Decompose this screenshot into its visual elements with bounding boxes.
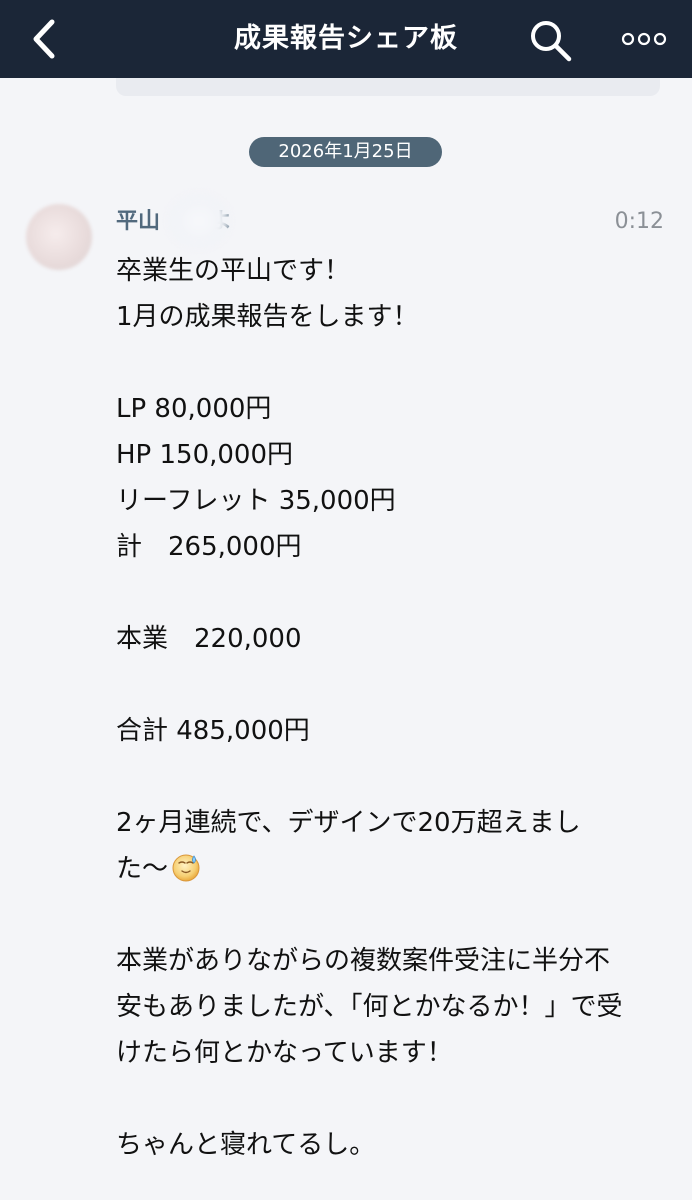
page-title: 成果報告シェア板 [234, 23, 458, 54]
search-icon [531, 21, 572, 62]
message-line: LP 80,000円 [116, 394, 272, 424]
search-button[interactable] [528, 18, 574, 64]
more-horizontal-icon [621, 32, 667, 46]
message-line: ちゃんと寝れてるし。 [116, 1130, 376, 1160]
message-line: 本業 220,000 [116, 624, 302, 654]
message-line-with-emoji: た〜 [116, 846, 664, 892]
message-line-text: た〜 [116, 854, 169, 884]
back-button[interactable] [22, 14, 70, 64]
message-line: 卒業生の平山です！ [116, 256, 351, 286]
sender-name-part1: 平山 [116, 209, 161, 234]
message-line: けたら何とかなっています！ [116, 1038, 453, 1068]
message-line: 本業がありながらの複数案件受注に半分不 [116, 946, 611, 976]
more-options-button[interactable] [618, 26, 670, 52]
message-line: 2ヶ月連続で、デザインで20万超えまし [116, 808, 581, 838]
message-line: 合計 485,000円 [116, 716, 310, 746]
top-navigation-bar: 成果報告シェア板 [0, 0, 692, 78]
redaction-blur [168, 194, 230, 248]
message-line [116, 754, 664, 800]
message-line: 安もありましたが、「何とかなるか！」で受 [116, 992, 623, 1022]
previous-post-card[interactable] [116, 78, 660, 96]
chevron-left-icon [33, 19, 55, 59]
message-line [116, 340, 664, 386]
message-line: 計 265,000円 [116, 532, 302, 562]
message-line: リーフレット 35,000円 [116, 486, 396, 516]
date-separator: 2026年1月25日 [249, 137, 442, 167]
message-body[interactable]: 卒業生の平山です！ 1月の成果報告をします！ LP 80,000円 HP 150… [116, 248, 664, 1168]
message-line [116, 662, 664, 708]
avatar[interactable] [26, 204, 92, 270]
message-line [116, 1076, 664, 1122]
message-line [116, 892, 664, 938]
sweat-smile-face-icon [170, 851, 202, 883]
message-line [116, 570, 664, 616]
message-line: HP 150,000円 [116, 440, 294, 470]
message-timestamp: 0:12 [614, 209, 664, 234]
message-line: 1月の成果報告をします！ [116, 302, 419, 332]
